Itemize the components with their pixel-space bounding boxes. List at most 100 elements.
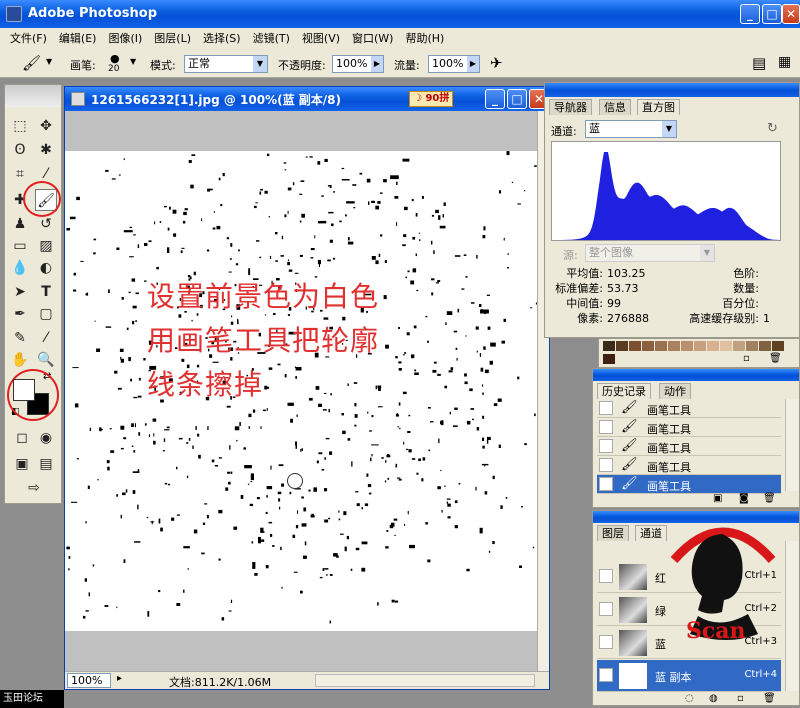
preset-dropdown-icon[interactable]: ▼ xyxy=(46,57,52,66)
status-menu-icon[interactable]: ▸ xyxy=(117,673,122,684)
history-item[interactable]: 🖌 画笔工具 xyxy=(597,399,781,418)
history-state-checkbox[interactable] xyxy=(599,458,613,472)
opacity-arrow-icon[interactable]: ▶ xyxy=(371,56,383,72)
color-swatch[interactable] xyxy=(759,341,771,351)
color-swatch[interactable] xyxy=(603,354,615,364)
color-swatch[interactable] xyxy=(720,341,732,351)
pen-tool[interactable]: ✒ xyxy=(9,303,31,325)
gradient-tool[interactable]: ▨ xyxy=(35,235,57,257)
histogram-tab-1[interactable]: 信息 xyxy=(599,99,631,115)
history-state-checkbox[interactable] xyxy=(599,439,613,453)
color-swatch[interactable] xyxy=(655,341,667,351)
close-button[interactable]: ✕ xyxy=(782,4,800,24)
mode-select[interactable]: 正常 ▼ xyxy=(184,55,268,73)
maximize-button[interactable]: □ xyxy=(762,4,782,24)
menu-item-3[interactable]: 图层(L) xyxy=(148,28,197,50)
channel-save-icon[interactable]: ◍ xyxy=(709,693,718,704)
menu-item-7[interactable]: 窗口(W) xyxy=(346,28,399,50)
channel-row[interactable]: ● 蓝 副本 Ctrl+4 xyxy=(597,660,781,692)
color-swatch[interactable] xyxy=(616,341,628,351)
path-selection-tool[interactable]: ➤ xyxy=(9,281,31,303)
palette-well-icon[interactable]: ▤ xyxy=(752,54,766,72)
brush-dropdown-icon[interactable]: ▼ xyxy=(130,57,136,66)
minimize-button[interactable]: _ xyxy=(740,4,760,24)
doc-horizontal-scrollbar[interactable] xyxy=(315,674,535,687)
move-tool[interactable]: ✥ xyxy=(35,115,57,137)
notes-tool[interactable]: ✎ xyxy=(9,327,31,349)
swatch-trash-icon[interactable]: 🗑 xyxy=(769,353,782,364)
menu-item-2[interactable]: 图像(I) xyxy=(102,28,148,50)
channels-tab-0[interactable]: 图层 xyxy=(597,525,629,541)
color-swatch[interactable] xyxy=(668,341,680,351)
standard-mode-icon[interactable]: ◻ xyxy=(11,427,33,449)
file-browser-icon[interactable]: ▦ xyxy=(778,54,791,70)
lasso-tool[interactable]: ʘ xyxy=(9,139,31,161)
brush-tool-preset-icon[interactable]: 🖌 xyxy=(22,54,41,72)
menu-item-5[interactable]: 滤镜(T) xyxy=(247,28,296,50)
history-brush-tool[interactable]: ↺ xyxy=(35,213,57,235)
flow-input[interactable]: 100% ▶ xyxy=(428,55,480,73)
menu-item-4[interactable]: 选择(S) xyxy=(197,28,247,50)
color-swatch[interactable] xyxy=(694,341,706,351)
hand-tool[interactable]: ✋ xyxy=(9,349,31,371)
flow-arrow-icon[interactable]: ▶ xyxy=(467,56,479,72)
dodge-tool[interactable]: ◐ xyxy=(35,257,57,279)
color-swatch[interactable] xyxy=(772,341,784,351)
marquee-tool[interactable]: ⬚ xyxy=(9,115,31,137)
color-swatch[interactable] xyxy=(746,341,758,351)
menu-item-1[interactable]: 编辑(E) xyxy=(53,28,103,50)
history-state-checkbox[interactable] xyxy=(599,401,613,415)
histogram-tab-0[interactable]: 导航器 xyxy=(549,99,592,115)
zoom-field[interactable]: 100% xyxy=(67,673,111,688)
clone-stamp-tool[interactable]: ♟ xyxy=(9,213,31,235)
history-state-checkbox[interactable] xyxy=(599,420,613,434)
visibility-toggle[interactable] xyxy=(599,569,613,583)
history-scrollbar[interactable] xyxy=(785,399,799,491)
channel-select[interactable]: 蓝 ▼ xyxy=(585,120,677,138)
color-swatch[interactable] xyxy=(707,341,719,351)
swatch-new-icon[interactable]: ▫ xyxy=(743,353,750,364)
menu-item-8[interactable]: 帮助(H) xyxy=(399,28,450,50)
doc-maximize-button[interactable]: □ xyxy=(507,89,527,109)
history-item[interactable]: 🖌 画笔工具 xyxy=(597,456,781,475)
quick-mask-icon[interactable]: ◉ xyxy=(35,427,57,449)
history-item[interactable]: 🖌 画笔工具 xyxy=(597,418,781,437)
channel-trash-icon[interactable]: 🗑 xyxy=(763,693,776,704)
image-canvas[interactable]: 设置前景色为白色 用画笔工具把轮廓 线条擦掉 xyxy=(65,151,537,631)
color-swatch[interactable] xyxy=(733,341,745,351)
eye-icon[interactable]: ● xyxy=(599,668,613,682)
history-tab-1[interactable]: 动作 xyxy=(659,383,691,399)
color-swatch[interactable] xyxy=(642,341,654,351)
history-item[interactable]: 🖌 画笔工具 xyxy=(597,437,781,456)
crop-tool[interactable]: ⌗ xyxy=(9,163,31,185)
color-swatch[interactable] xyxy=(603,341,615,351)
channel-new-icon[interactable]: ▫ xyxy=(737,693,744,704)
full-screen-icon[interactable]: ▤ xyxy=(35,453,57,475)
magic-wand-tool[interactable]: ✱ xyxy=(35,139,57,161)
airbrush-icon[interactable]: ✈ xyxy=(490,54,503,72)
channel-load-icon[interactable]: ◌ xyxy=(685,693,694,704)
jump-to-imageready-icon[interactable]: ⇨ xyxy=(19,477,49,499)
histogram-tab-2[interactable]: 直方图 xyxy=(637,99,680,115)
visibility-toggle[interactable] xyxy=(599,635,613,649)
doc-minimize-button[interactable]: _ xyxy=(485,89,505,109)
color-swatch[interactable] xyxy=(629,341,641,351)
visibility-toggle[interactable] xyxy=(599,602,613,616)
blur-tool[interactable]: 💧 xyxy=(9,257,31,279)
channels-tab-1[interactable]: 通道 xyxy=(635,525,667,541)
history-item[interactable]: 🖌 画笔工具 xyxy=(597,475,781,494)
foreground-color-swatch[interactable] xyxy=(13,379,35,401)
history-trash-icon[interactable]: 🗑 xyxy=(763,493,776,504)
eraser-tool[interactable]: ▭ xyxy=(9,235,31,257)
menu-item-6[interactable]: 视图(V) xyxy=(296,28,346,50)
history-state-checkbox[interactable] xyxy=(599,477,613,491)
color-swatch[interactable] xyxy=(681,341,693,351)
type-tool[interactable]: T xyxy=(35,281,57,303)
channels-scrollbar[interactable] xyxy=(785,541,799,691)
menu-item-0[interactable]: 文件(F) xyxy=(4,28,53,50)
history-snapshot-icon[interactable]: ▣ xyxy=(713,493,722,504)
eyedropper-tool[interactable]: ⁄ xyxy=(35,327,57,349)
shape-tool[interactable]: ▢ xyxy=(35,303,57,325)
zoom-tool[interactable]: 🔍 xyxy=(35,349,57,371)
screen-mode-icon[interactable]: ▣ xyxy=(11,453,33,475)
